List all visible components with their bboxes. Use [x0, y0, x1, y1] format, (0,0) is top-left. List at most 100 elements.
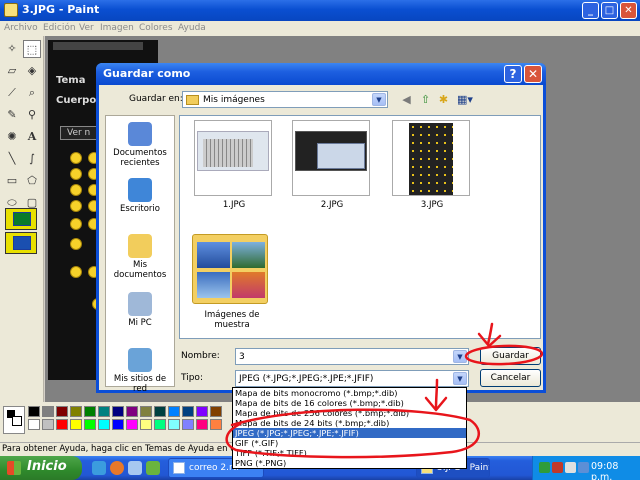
type-option[interactable]: Mapa de bits de 16 colores (*.bmp;*.dib) — [233, 398, 466, 408]
file-type-combo[interactable]: JPEG (*.JPG;*.JPEG;*.JPE;*.JFIF) ▼ — [235, 370, 469, 387]
transparency-option-opaque[interactable] — [5, 208, 37, 230]
start-button[interactable]: Inicio — [0, 456, 82, 480]
color-swatch[interactable] — [70, 406, 82, 417]
color-swatch[interactable] — [42, 406, 54, 417]
color-swatch[interactable] — [98, 419, 110, 430]
place-my-documents[interactable]: Mis documentos — [106, 234, 174, 280]
place-my-computer[interactable]: Mi PC — [106, 292, 174, 328]
menu-archivo[interactable]: Archivo — [4, 23, 38, 33]
magnifier-icon[interactable]: ⌕ — [23, 84, 41, 102]
type-option[interactable]: PNG (*.PNG) — [233, 458, 466, 468]
help-icon[interactable]: ? — [504, 65, 522, 83]
quicklaunch-icon[interactable] — [146, 461, 160, 475]
menu-ayuda[interactable]: Ayuda — [178, 23, 206, 33]
text-tool-icon[interactable]: A — [23, 128, 41, 146]
rectangle-icon[interactable]: ▭ — [3, 172, 21, 190]
paint-app-icon — [4, 3, 18, 17]
cancel-button[interactable]: Cancelar — [480, 369, 541, 387]
place-desktop[interactable]: Escritorio — [106, 178, 174, 214]
color-swatch[interactable] — [56, 419, 68, 430]
airbrush-icon[interactable]: ✺ — [3, 128, 21, 146]
color-swatch[interactable] — [112, 406, 124, 417]
save-in-combo[interactable]: Mis imágenes ▼ — [182, 91, 388, 108]
eraser-icon[interactable]: ▱ — [3, 62, 21, 80]
color-swatch[interactable] — [196, 419, 208, 430]
pencil-icon[interactable]: ✎ — [3, 106, 21, 124]
type-option[interactable]: Mapa de bits de 256 colores (*.bmp;*.dib… — [233, 408, 466, 418]
up-folder-icon[interactable]: ⇧ — [418, 92, 433, 107]
show-desktop-icon[interactable] — [92, 461, 106, 475]
color-swatch[interactable] — [126, 406, 138, 417]
chevron-down-icon[interactable]: ▼ — [453, 372, 467, 385]
type-label: Tipo: — [181, 373, 203, 383]
color-swatch[interactable] — [56, 406, 68, 417]
menu-colores[interactable]: Colores — [139, 23, 173, 33]
color-swatch[interactable] — [182, 419, 194, 430]
place-network[interactable]: Mis sitios de red — [106, 348, 174, 394]
back-icon[interactable]: ◀ — [399, 92, 414, 107]
color-swatch[interactable] — [112, 419, 124, 430]
color-swatch[interactable] — [168, 419, 180, 430]
view-menu-icon[interactable]: ▦▾ — [455, 92, 475, 107]
line-icon[interactable]: ╲ — [3, 150, 21, 168]
current-colors[interactable] — [3, 406, 25, 434]
color-swatch[interactable] — [168, 406, 180, 417]
minimize-icon[interactable]: _ — [582, 2, 599, 19]
save-button[interactable]: Guardar — [480, 347, 541, 365]
color-swatch[interactable] — [154, 406, 166, 417]
new-folder-icon[interactable]: ✱ — [436, 92, 451, 107]
place-recent[interactable]: Documentos recientes — [106, 122, 174, 168]
quicklaunch-icon[interactable] — [128, 461, 142, 475]
brush-icon[interactable]: ⚲ — [23, 106, 41, 124]
firefox-icon[interactable] — [110, 461, 124, 475]
color-swatch[interactable] — [140, 419, 152, 430]
dialog-close-icon[interactable]: ✕ — [524, 65, 542, 83]
type-option[interactable]: GIF (*.GIF) — [233, 438, 466, 448]
free-select-icon[interactable]: ✧ — [3, 40, 21, 58]
tray-icon[interactable] — [552, 462, 563, 473]
rect-select-icon[interactable]: ⬚ — [23, 40, 41, 58]
color-swatch[interactable] — [154, 419, 166, 430]
color-swatch[interactable] — [140, 406, 152, 417]
folder-item[interactable]: Imágenes de muestra — [192, 228, 272, 330]
type-option[interactable]: TIFF (*.TIF;*.TIFF) — [233, 448, 466, 458]
menu-edicion[interactable]: Edición — [43, 23, 76, 33]
paint-toolbox: ✧ ⬚ ▱ ◈ ⟋ ⌕ ✎ ⚲ ✺ A ╲ ∫ ▭ ⬠ ⬭ ▢ — [0, 36, 44, 402]
menu-imagen[interactable]: Imagen — [100, 23, 134, 33]
color-swatch[interactable] — [28, 406, 40, 417]
color-swatch[interactable] — [182, 406, 194, 417]
type-option[interactable]: Mapa de bits monocromo (*.bmp;*.dib) — [233, 388, 466, 398]
color-swatch[interactable] — [70, 419, 82, 430]
fill-bucket-icon[interactable]: ◈ — [23, 62, 41, 80]
color-swatch[interactable] — [126, 419, 138, 430]
place-network-label: Mis sitios de red — [113, 374, 167, 394]
color-swatch[interactable] — [98, 406, 110, 417]
maximize-icon[interactable]: □ — [601, 2, 618, 19]
volume-icon[interactable] — [578, 462, 589, 473]
color-swatch[interactable] — [84, 419, 96, 430]
type-option[interactable]: Mapa de bits de 24 bits (*.bmp;*.dib) — [233, 418, 466, 428]
places-bar: Documentos recientes Escritorio Mis docu… — [105, 115, 175, 394]
color-picker-icon[interactable]: ⟋ — [3, 84, 21, 102]
file-item[interactable]: 3.JPG — [392, 120, 472, 210]
polygon-icon[interactable]: ⬠ — [23, 172, 41, 190]
file-item[interactable]: 2.JPG — [292, 120, 372, 210]
canvas-label-tema: Tema — [56, 75, 86, 86]
color-swatch[interactable] — [28, 419, 40, 430]
color-swatch[interactable] — [210, 406, 222, 417]
chevron-down-icon[interactable]: ▼ — [372, 93, 386, 106]
close-icon[interactable]: ✕ — [620, 2, 637, 19]
color-swatch[interactable] — [42, 419, 54, 430]
tray-icon[interactable] — [539, 462, 550, 473]
file-item[interactable]: 1.JPG — [194, 120, 274, 210]
color-swatch[interactable] — [196, 406, 208, 417]
filename-field[interactable]: 3 ▼ — [235, 348, 469, 365]
transparency-option-transparent[interactable] — [5, 232, 37, 254]
color-swatch[interactable] — [210, 419, 222, 430]
color-swatch[interactable] — [84, 406, 96, 417]
chevron-down-icon[interactable]: ▼ — [453, 350, 467, 363]
curve-icon[interactable]: ∫ — [23, 150, 41, 168]
network-icon[interactable] — [565, 462, 576, 473]
type-option[interactable]: JPEG (*.JPG;*.JPEG;*.JPE;*.JFIF) — [233, 428, 466, 438]
menu-ver[interactable]: Ver — [79, 23, 94, 33]
